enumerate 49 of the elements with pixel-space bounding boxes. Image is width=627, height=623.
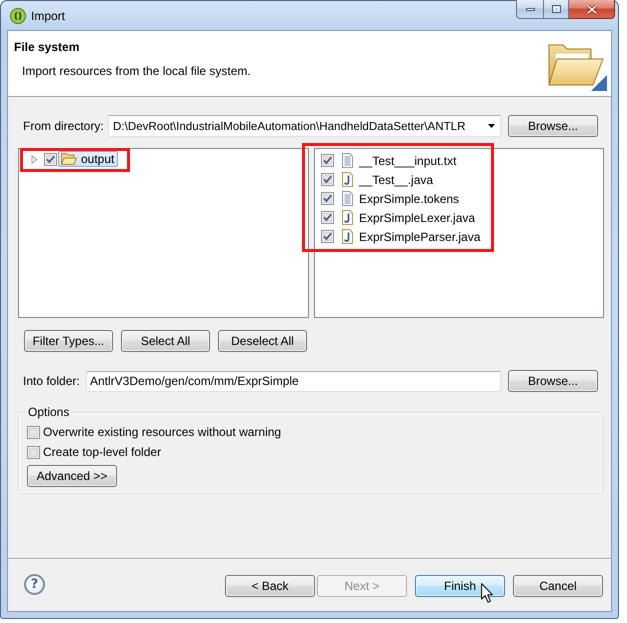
advanced-button[interactable]: Advanced >> [27, 465, 117, 487]
close-button[interactable] [569, 0, 615, 19]
file-item[interactable]: ExprSimpleLexer.java [359, 210, 476, 224]
checkbox[interactable] [27, 426, 40, 438]
help-button[interactable]: ? [24, 574, 45, 595]
selection-button[interactable]: Deselect All [218, 330, 307, 352]
directory-combo[interactable]: D:\DevRoot\IndustrialMobileAutomation\HandheldDataSetter\ANTLR [108, 115, 501, 137]
checkbox[interactable] [321, 173, 334, 186]
selection-button[interactable]: Select All [121, 330, 210, 352]
page-title: File system [14, 39, 80, 55]
browse-button[interactable]: Browse... [508, 115, 598, 137]
open-folder-icon [61, 152, 77, 166]
code-file-icon [342, 172, 353, 187]
field-label: Into folder: [23, 374, 81, 388]
file-item[interactable]: ExprSimple.tokens [359, 192, 460, 206]
selection-button[interactable]: Filter Types... [24, 330, 113, 352]
checkbox[interactable] [27, 446, 40, 458]
folder-field[interactable]: AntlrV3Demo/gen/com/mm/ExprSimple [86, 370, 501, 392]
wizard-button[interactable]: Finish [415, 575, 505, 597]
checkbox-label[interactable]: Create top-level folder [43, 445, 162, 459]
page-description: Import resources from the local file system. [21, 63, 251, 79]
app-icon [10, 8, 26, 24]
checkbox-label[interactable]: Overwrite existing resources without warning [43, 425, 282, 439]
wizard-button[interactable]: Cancel [513, 575, 603, 597]
mouse-pointer-icon [481, 583, 493, 603]
checkbox[interactable] [321, 192, 334, 205]
tree-item[interactable]: output [58, 151, 118, 167]
window-title: Import [31, 8, 66, 22]
checkbox[interactable] [321, 154, 334, 167]
minimize-button[interactable] [516, 0, 543, 19]
group-label: Options [27, 405, 70, 419]
close-icon [586, 4, 596, 14]
wizard-button[interactable]: < Back [225, 575, 315, 597]
text-file-icon [342, 153, 353, 168]
minimize-icon [526, 8, 534, 10]
checkbox[interactable] [321, 230, 334, 243]
browse-button[interactable]: Browse... [508, 370, 598, 392]
field-label: From directory: [23, 119, 105, 133]
maximize-icon [552, 5, 560, 13]
checkbox[interactable] [321, 211, 334, 224]
maximize-button[interactable] [543, 0, 569, 19]
code-file-icon [342, 210, 353, 225]
caret-down-icon [488, 124, 495, 128]
code-file-icon [342, 229, 353, 244]
file-item[interactable]: __Test___input.txt [359, 154, 456, 168]
file-item[interactable]: __Test__.java [359, 172, 434, 186]
text-file-icon [342, 191, 353, 206]
checkbox[interactable] [44, 152, 57, 166]
file-item[interactable]: ExprSimpleParser.java [359, 230, 480, 244]
